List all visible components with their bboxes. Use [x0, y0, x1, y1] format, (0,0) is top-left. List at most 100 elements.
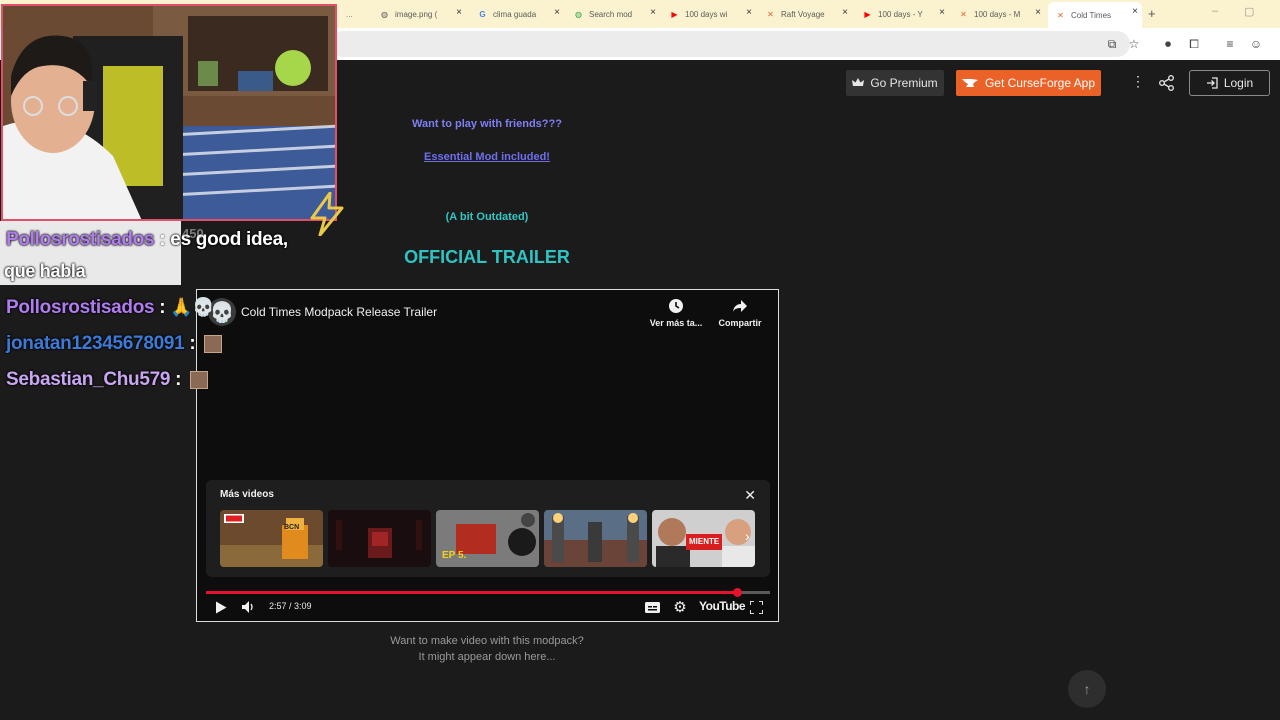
- overlay-counter: 450: [182, 226, 204, 241]
- globe-icon: ◍: [381, 9, 388, 19]
- youtube-icon: ▶: [671, 9, 678, 19]
- bookmark-star-icon[interactable]: ☆: [1126, 36, 1142, 52]
- arrow-up-icon: ↑: [1083, 681, 1091, 697]
- minimize-icon[interactable]: –: [1212, 5, 1218, 17]
- progress-handle[interactable]: [733, 588, 743, 597]
- curseforge-icon: ✕: [1057, 10, 1064, 20]
- close-icon[interactable]: ×: [456, 7, 462, 18]
- close-icon[interactable]: ×: [650, 7, 656, 18]
- thumbnail-image: [544, 510, 647, 567]
- youtube-logo[interactable]: YouTube: [699, 599, 746, 613]
- chat-message: que habla: [4, 261, 86, 283]
- clock-icon: [669, 299, 683, 313]
- login-icon: [1206, 77, 1218, 89]
- login-button[interactable]: Login: [1189, 70, 1270, 96]
- chat-message: Pollosrostisados : 🙏💀: [6, 297, 215, 318]
- friends-text: Want to play with friends???: [412, 118, 562, 130]
- chat-text: que habla: [4, 261, 86, 281]
- more-options-icon[interactable]: ⋮: [1130, 73, 1146, 93]
- webcam-feed: [1, 4, 337, 221]
- get-curseforge-app-button[interactable]: Get CurseForge App: [956, 70, 1101, 96]
- progress-bar[interactable]: [206, 588, 770, 597]
- fullscreen-button[interactable]: [748, 599, 764, 615]
- video-thumbnail[interactable]: [544, 510, 647, 567]
- close-icon[interactable]: ×: [1035, 7, 1041, 18]
- chat-message: Pollosrostisados : es good idea,: [6, 229, 288, 250]
- tab-clima[interactable]: G clima guada ×: [470, 3, 564, 25]
- thumbnail-tag: MIENTE: [689, 537, 720, 546]
- chevron-right-icon[interactable]: ›: [745, 528, 763, 548]
- thumbnail-tag: BCN: [284, 524, 300, 531]
- chat-username: jonatan12345678091: [6, 333, 185, 354]
- progress-fill: [206, 591, 738, 594]
- url-input[interactable]: [330, 31, 1130, 57]
- thumbnail-image: [220, 510, 323, 567]
- fullscreen-icon: [749, 600, 763, 614]
- video-thumbnail[interactable]: BCN: [220, 510, 323, 567]
- tab-cold-times[interactable]: ✕ Cold Times ×: [1048, 2, 1142, 28]
- tab-partial[interactable]: ...: [338, 3, 368, 25]
- trailer-heading: OFFICIAL TRAILER: [404, 247, 570, 267]
- extension-record-icon[interactable]: ⏺: [1160, 36, 1176, 52]
- chat-username: Pollosrostisados: [6, 229, 155, 250]
- chat-emote-icon: [204, 334, 223, 353]
- video-player[interactable]: 💀 Cold Times Modpack Release Trailer Ver…: [196, 289, 779, 622]
- maximize-icon[interactable]: ▢: [1244, 5, 1254, 18]
- thumbnail-image: [328, 510, 431, 567]
- tab-100-days-wi[interactable]: ▶ 100 days wi ×: [662, 3, 756, 25]
- curseforge-icon: ✕: [767, 9, 774, 19]
- make-video-note: Want to make video with this modpack? It…: [390, 635, 584, 663]
- video-title[interactable]: Cold Times Modpack Release Trailer: [241, 305, 437, 319]
- share-video-button[interactable]: Compartir: [713, 298, 767, 328]
- chat-username: Sebastian_Chu579: [6, 369, 171, 390]
- captions-button[interactable]: [644, 599, 660, 615]
- reading-list-icon[interactable]: ≡: [1222, 36, 1238, 52]
- chat-emote-icon: [190, 370, 209, 389]
- crown-icon: [852, 78, 865, 86]
- chat-emoji: 🙏💀: [170, 297, 215, 318]
- video-thumbnail[interactable]: [328, 510, 431, 567]
- lightning-bolt-icon: [310, 192, 344, 236]
- chat-username: Pollosrostisados: [6, 297, 155, 318]
- youtube-icon: ▶: [864, 9, 871, 19]
- profile-icon[interactable]: ☺: [1248, 36, 1264, 52]
- tab-100-days-y[interactable]: ▶ 100 days - Y ×: [855, 3, 949, 25]
- volume-button[interactable]: [241, 599, 257, 615]
- curseforge-anvil-icon: [961, 79, 978, 87]
- curseforge-icon: ✕: [960, 9, 967, 19]
- tab-search-mod[interactable]: ◍ Search mod ×: [566, 3, 660, 25]
- tab-raft-voyage[interactable]: ✕ Raft Voyage ×: [758, 3, 852, 25]
- new-tab-button[interactable]: +: [1148, 6, 1156, 21]
- video-thumbnail[interactable]: MIENTE: [652, 510, 755, 567]
- captions-icon: [644, 601, 660, 613]
- more-videos-title: Más videos: [220, 489, 274, 500]
- watch-later-button[interactable]: Ver más ta...: [643, 298, 709, 328]
- close-icon[interactable]: ×: [554, 7, 560, 18]
- time-display: 2:57 / 3:09: [269, 601, 312, 611]
- essential-mod-link[interactable]: Essential Mod included!: [387, 151, 587, 163]
- close-icon[interactable]: ✕: [744, 487, 756, 504]
- settings-button[interactable]: ⚙: [672, 599, 688, 616]
- tab-100-days-m[interactable]: ✕ 100 days - M ×: [951, 3, 1045, 25]
- more-videos-panel: Más videos ✕ BCN EP 5. MIENTE ›: [206, 480, 770, 577]
- play-icon: [216, 601, 227, 613]
- thumbnail-tag: EP 5.: [442, 550, 467, 561]
- globe-icon: ◍: [575, 9, 582, 19]
- close-icon[interactable]: ×: [1132, 6, 1138, 17]
- play-button[interactable]: [213, 599, 229, 615]
- scroll-to-top-button[interactable]: ↑: [1068, 670, 1106, 708]
- close-icon[interactable]: ×: [746, 7, 752, 18]
- video-thumbnail[interactable]: EP 5.: [436, 510, 539, 567]
- share-arrow-icon: [733, 300, 747, 312]
- translate-icon[interactable]: ⧉: [1104, 36, 1120, 52]
- close-icon[interactable]: ×: [939, 7, 945, 18]
- close-icon[interactable]: ×: [842, 7, 848, 18]
- go-premium-button[interactable]: Go Premium: [846, 70, 944, 96]
- google-icon: G: [479, 9, 486, 19]
- tab-image[interactable]: ◍ image.png ( ×: [372, 3, 466, 25]
- share-icon[interactable]: [1158, 74, 1176, 92]
- puzzle-icon[interactable]: ⧠: [1186, 36, 1202, 52]
- volume-icon: [242, 601, 253, 613]
- gear-icon: ⚙: [673, 599, 687, 616]
- screen: ... ◍ image.png ( × G clima guada × ◍ Se…: [0, 0, 1280, 720]
